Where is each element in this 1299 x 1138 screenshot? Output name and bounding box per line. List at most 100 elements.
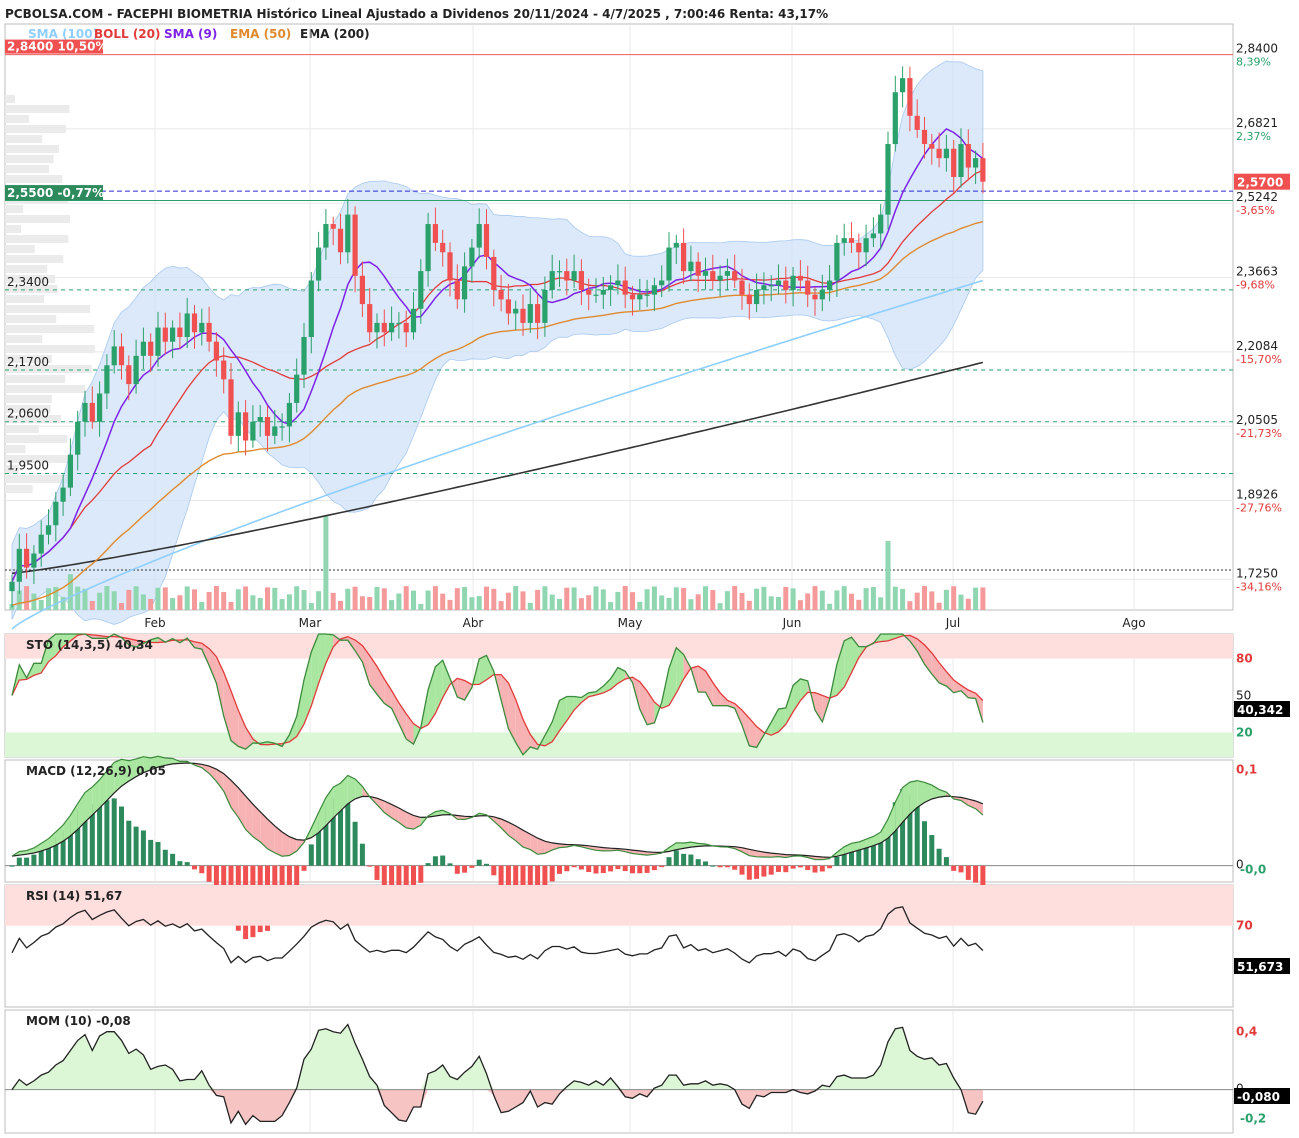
macd-hist-bar (637, 865, 643, 874)
rsi-value-tag: 51,673 (1237, 960, 1283, 974)
candle-body (571, 271, 577, 281)
candle-body (535, 304, 541, 323)
candle-body (834, 242, 840, 281)
price-tick: 1,8926 (1236, 488, 1278, 502)
macd-hist-bar (31, 854, 37, 866)
candle-body (9, 581, 15, 592)
volume-bar (834, 590, 840, 610)
volume-bar (104, 586, 110, 610)
macd-hist-bar (447, 863, 453, 866)
overbought-zone (5, 634, 1233, 659)
candle-body (359, 275, 365, 305)
volume-bar (418, 603, 424, 610)
volume-bar (622, 586, 628, 610)
volume-bar (447, 599, 453, 610)
volume-bar (564, 587, 570, 610)
volume-bar (162, 587, 168, 610)
candle-body (775, 280, 782, 286)
macd-hist-bar (140, 830, 146, 866)
volume-profile-bar (5, 95, 15, 103)
candle-body (45, 525, 52, 535)
macd-hist-bar (827, 865, 833, 869)
volume-bar (31, 593, 37, 610)
candle-body (316, 247, 322, 281)
volume-bar (148, 598, 154, 610)
volume-profile-bar (5, 435, 68, 443)
candle-body (367, 304, 373, 333)
macd-hist-bar (732, 865, 738, 870)
candle-body (243, 412, 249, 441)
volume-bar (878, 597, 884, 610)
volume-bar (754, 588, 760, 610)
candle-body (805, 280, 811, 295)
candle-body (702, 271, 709, 276)
volume-bar (710, 590, 716, 610)
macd-hist-bar (549, 865, 555, 882)
mom-label: MOM (10) -0,08 (26, 1014, 131, 1028)
volume-bar (907, 601, 913, 610)
macd-hist-bar (345, 803, 351, 866)
macd-hist-bar (878, 841, 884, 866)
volume-bar (571, 587, 577, 610)
macd-hist-bar (651, 865, 657, 871)
volume-bar (279, 599, 285, 610)
candle-body (389, 322, 395, 333)
macd-hist-bar (104, 800, 110, 866)
macd-hist-bar (454, 865, 460, 874)
volume-bar (221, 592, 227, 610)
volume-bar (111, 591, 117, 610)
macd-hist-bar (739, 865, 745, 875)
macd-hist-bar (571, 865, 577, 868)
candle-body (483, 224, 490, 257)
level-label: 2,1700 (7, 355, 49, 369)
volume-bar (980, 587, 986, 610)
volume-profile-bar (5, 225, 21, 233)
macd-hist-bar (192, 865, 197, 870)
volume-bar (688, 599, 694, 610)
volume-bar (600, 589, 606, 610)
volume-profile-bar (5, 165, 49, 173)
month-label: May (618, 616, 643, 630)
macd-hist-bar (666, 857, 672, 866)
candle-body (323, 224, 329, 248)
candle-body (53, 501, 59, 526)
volume-bar (615, 591, 621, 610)
candle-body (973, 158, 979, 168)
candle-body (600, 289, 606, 295)
candle-body (878, 214, 884, 234)
macd-hist-bar (367, 865, 373, 867)
macd-hist-bar (24, 857, 30, 866)
volume-bar (330, 592, 336, 610)
volume-profile-bar (5, 155, 54, 163)
candle-body (819, 289, 825, 300)
candle-body (586, 289, 592, 295)
candle-body (746, 294, 752, 305)
volume-bar (644, 589, 650, 610)
candle-body (286, 402, 292, 427)
candle-body (381, 322, 387, 333)
volume-profile-bar (5, 335, 43, 343)
price-tick: 2,3663 (1236, 265, 1278, 279)
macd-hist-bar (9, 865, 15, 867)
volume-bar (184, 586, 190, 610)
candle-body (885, 144, 891, 215)
volume-bar (82, 588, 88, 610)
macd-hist-bar (819, 865, 825, 872)
candle-body (469, 247, 475, 267)
volume-bar (38, 599, 44, 610)
macd-hist-bar (170, 853, 176, 866)
volume-bar (943, 589, 949, 610)
candle-body (111, 346, 117, 366)
volume-profile-bar (5, 265, 48, 273)
candle-body (221, 360, 227, 380)
volume-bar (812, 586, 818, 610)
macd-hist-bar (768, 865, 774, 875)
candle-body (294, 374, 300, 403)
volume-bar (374, 586, 380, 610)
macd-hist-bar (622, 865, 628, 872)
volume-bar (542, 586, 548, 610)
macd-hist-bar (681, 853, 687, 866)
candle-body (892, 92, 898, 145)
macd-hist-bar (586, 865, 592, 873)
volume-bar (630, 592, 635, 610)
